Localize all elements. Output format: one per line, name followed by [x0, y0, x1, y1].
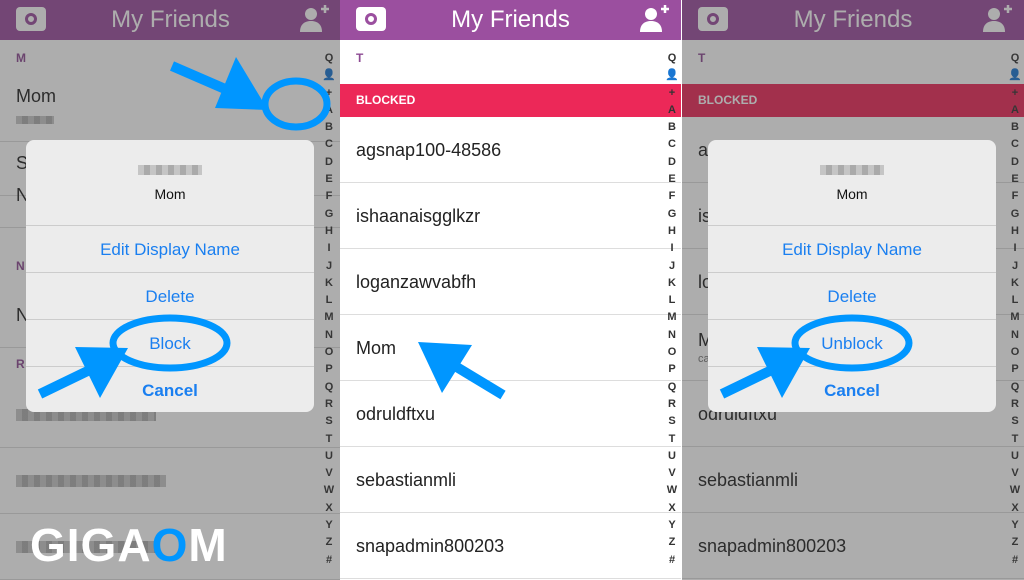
index-letter[interactable]: B [665, 119, 679, 136]
sheet-name: Mom [836, 186, 868, 202]
alphabet-index[interactable]: Q 👤 + A B C D E F G H I J K L M N O P Q R S T U V W X Y Z # [665, 50, 679, 569]
index-letter[interactable]: + [665, 85, 679, 102]
index-letter[interactable]: K [665, 275, 679, 292]
action-sheet: Mom Edit Display Name Delete Block Cance… [26, 140, 314, 412]
friend-row[interactable]: ishaanaisgglkzr [340, 183, 681, 249]
friend-name: snapadmin800203 [356, 536, 505, 556]
index-letter[interactable]: F [665, 188, 679, 205]
edit-display-name-button[interactable]: Edit Display Name [26, 226, 314, 273]
index-letter[interactable]: A [665, 102, 679, 119]
index-letter[interactable]: V [665, 465, 679, 482]
edit-display-name-button[interactable]: Edit Display Name [708, 226, 996, 273]
index-letter[interactable]: G [665, 206, 679, 223]
friend-row[interactable]: odruldftxu [340, 381, 681, 447]
index-letter[interactable]: C [665, 136, 679, 153]
sheet-name: Mom [154, 186, 186, 202]
middle-screen: My Friends T BLOCKED agsnap100-48586 isha… [340, 0, 681, 580]
index-letter[interactable]: Q [665, 379, 679, 396]
index-letter[interactable]: H [665, 223, 679, 240]
friend-row[interactable]: sebastianmli [340, 447, 681, 513]
friend-name: agsnap100-48586 [356, 140, 502, 160]
action-sheet: Mom Edit Display Name Delete Unblock Can… [708, 140, 996, 412]
delete-button[interactable]: Delete [26, 273, 314, 320]
friend-name: odruldftxu [356, 404, 436, 424]
camera-icon[interactable] [356, 7, 386, 31]
right-screen: My Friends T BLOCKED a is lo Mca odruldf… [682, 0, 1024, 580]
index-letter[interactable]: # [665, 552, 679, 569]
blurred-username [820, 165, 884, 175]
index-letter[interactable]: N [665, 327, 679, 344]
cancel-button[interactable]: Cancel [708, 367, 996, 414]
friend-name: Mom [356, 338, 396, 358]
index-letter[interactable]: O [665, 344, 679, 361]
friend-name: sebastianmli [356, 470, 457, 490]
gigaom-watermark: GIGAOM [30, 519, 228, 571]
index-letter[interactable]: X [665, 500, 679, 517]
header-title: My Friends [451, 6, 570, 33]
blurred-username [138, 165, 202, 175]
index-letter[interactable]: J [665, 258, 679, 275]
blocked-section-header: BLOCKED [340, 84, 681, 117]
cancel-button[interactable]: Cancel [26, 367, 314, 414]
index-letter[interactable]: T [665, 431, 679, 448]
index-letter[interactable]: S [665, 413, 679, 430]
friend-row[interactable]: snapadmin800203 [340, 513, 681, 579]
left-screen: My Friends M Mom S N N N R Q 👤 + A B C D E F G H I J… [0, 0, 341, 580]
friend-row[interactable]: Mom [340, 315, 681, 381]
friend-row[interactable]: loganzawvabfh [340, 249, 681, 315]
index-letter[interactable]: I [665, 240, 679, 257]
header: My Friends [340, 0, 681, 40]
index-letter[interactable]: Y [665, 517, 679, 534]
index-letter[interactable]: W [665, 482, 679, 499]
index-letter[interactable]: E [665, 171, 679, 188]
add-friend-icon[interactable] [639, 5, 669, 33]
index-letter[interactable]: P [665, 361, 679, 378]
index-letter[interactable]: M [665, 309, 679, 326]
delete-button[interactable]: Delete [708, 273, 996, 320]
index-letter[interactable]: L [665, 292, 679, 309]
section-t: T [356, 51, 364, 65]
index-letter[interactable]: D [665, 154, 679, 171]
friend-name: loganzawvabfh [356, 272, 477, 292]
index-letter[interactable]: 👤 [665, 67, 679, 84]
friend-name: ishaanaisgglkzr [356, 206, 481, 226]
index-letter[interactable]: R [665, 396, 679, 413]
unblock-button[interactable]: Unblock [708, 320, 996, 367]
friend-row[interactable]: agsnap100-48586 [340, 117, 681, 183]
block-button[interactable]: Block [26, 320, 314, 367]
index-letter[interactable]: Q [665, 50, 679, 67]
index-letter[interactable]: Z [665, 534, 679, 551]
index-letter[interactable]: U [665, 448, 679, 465]
